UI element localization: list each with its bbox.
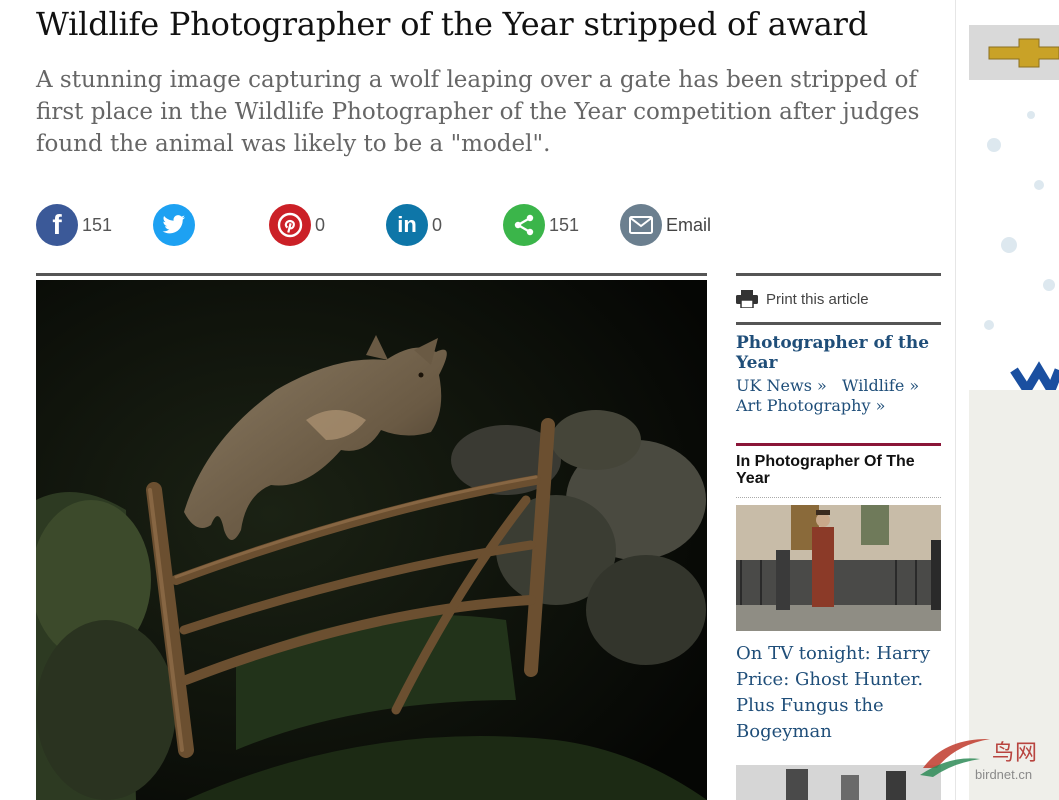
article-standfirst: A stunning image capturing a wolf leapin… [36,67,920,157]
sidebar-rule-2 [736,322,941,325]
article-headline: Wildlife Photographer of the Year stripp… [36,5,869,43]
linkedin-share-count: 0 [432,214,443,235]
linkedin-share-button[interactable]: in 0 [386,203,442,247]
main-column-rule [36,273,707,276]
topic-link-uk-news[interactable]: UK News » [736,376,827,395]
twitter-icon [153,204,195,246]
in-section-title: In Photographer Of The Year [736,453,915,487]
print-article-link[interactable]: Print this article [736,276,941,322]
facebook-share-button[interactable]: f 151 [36,203,112,247]
topic-link-wildlife[interactable]: Wildlife » [842,376,919,395]
printer-icon [736,290,758,309]
wolf-leaping-gate-photo [36,280,707,800]
topic-title[interactable]: Photographer of the Year [736,333,941,373]
email-share-label: Email [666,214,712,235]
facebook-share-count: 151 [82,214,113,235]
watermark-url: birdnet.cn [975,767,1033,782]
share-nodes-icon [503,204,545,246]
article-sidebar: Print this article Photographer of the Y… [736,273,941,800]
birdnet-watermark: 鸟网 birdnet.cn [915,733,1055,793]
sharethis-share-count: 151 [549,214,580,235]
topic-link-art-photography[interactable]: Art Photography » [736,396,885,415]
advertisement[interactable] [969,25,1059,390]
envelope-icon [620,204,662,246]
sharethis-share-button[interactable]: 151 [503,203,579,247]
section-rule [736,443,941,446]
email-share-button[interactable]: Email [620,203,711,247]
related-article-thumbnail[interactable] [736,505,941,631]
related-article-thumbnail-2[interactable] [736,765,941,800]
watermark-chinese-text: 鸟网 [992,741,1039,766]
related-article-caption[interactable]: On TV tonight: Harry Price: Ghost Hunter… [736,641,941,745]
facebook-icon: f [36,204,78,246]
linkedin-icon: in [386,204,428,246]
column-divider [955,0,956,800]
pinterest-share-button[interactable]: 0 [269,203,325,247]
share-bar: f 151 0 in 0 151 Email [36,203,736,247]
topic-links: UK News » Wildlife » Art Photography » [736,376,941,416]
pinterest-share-count: 0 [315,214,326,235]
dotted-divider [736,497,941,498]
twitter-share-button[interactable] [153,203,195,247]
print-article-label: Print this article [766,290,869,308]
pinterest-icon [269,204,311,246]
